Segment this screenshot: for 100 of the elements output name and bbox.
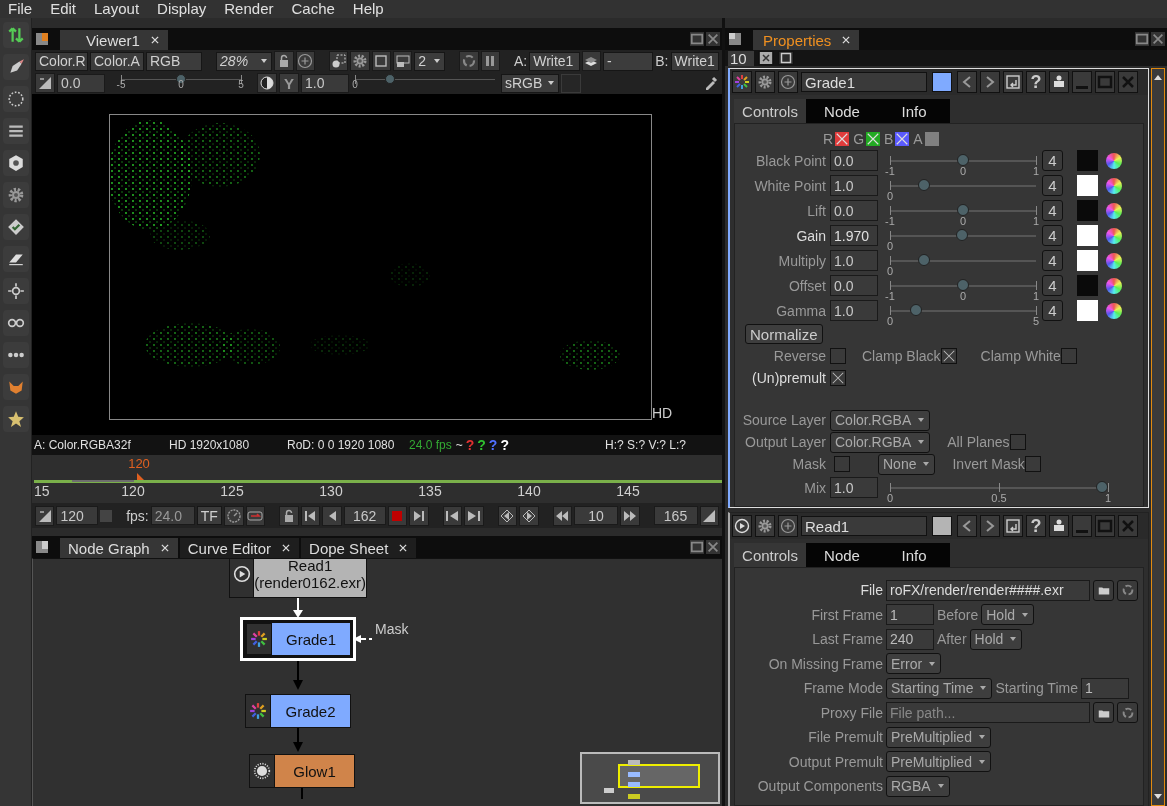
panel-tab[interactable]: Node [806, 543, 878, 567]
restore-button[interactable] [1003, 515, 1023, 537]
panel-tab[interactable]: Info [878, 99, 950, 123]
file-path-field[interactable]: File path... [886, 702, 1090, 724]
add-button[interactable] [778, 515, 798, 537]
play-backward-button[interactable] [322, 505, 342, 526]
channel-checkbox[interactable] [835, 132, 850, 146]
starting-time-field[interactable]: 1 [1080, 677, 1129, 699]
fox-tool-button[interactable] [2, 374, 29, 400]
minimize-panels-button[interactable] [778, 51, 794, 65]
checkbox[interactable] [1060, 348, 1077, 364]
parameter-field[interactable]: 1.0 [830, 300, 878, 321]
clock-button[interactable] [224, 505, 244, 526]
picker-icon[interactable] [703, 75, 719, 91]
first-frame-button[interactable] [300, 505, 321, 526]
panel-tab[interactable]: Controls [734, 99, 806, 123]
add-button[interactable] [295, 51, 315, 71]
normalize-button[interactable]: Normalize [745, 324, 823, 344]
fps-field[interactable]: 24.0 [150, 506, 195, 525]
choice-dropdown[interactable]: PreMultiplied [886, 726, 991, 748]
checkbox[interactable] [834, 456, 850, 472]
alpha-dropdown[interactable]: Color.A [90, 51, 144, 71]
color-swatch[interactable] [1077, 300, 1098, 321]
parameter-field[interactable]: 1.0 [830, 175, 878, 196]
properties-tab[interactable]: Properties [753, 30, 860, 50]
previous-button[interactable] [957, 71, 977, 93]
reload-button[interactable] [1117, 702, 1138, 724]
node-name-field[interactable]: Read1 [801, 516, 927, 536]
fast-forward-button[interactable] [620, 505, 640, 526]
glasses-tool-button[interactable] [2, 310, 29, 336]
reload-button[interactable] [1117, 579, 1138, 601]
parameter-field[interactable]: 0.0 [830, 150, 878, 171]
dimensions-button[interactable]: 4 [1042, 250, 1063, 271]
source-layer-dropdown[interactable]: Color.RGBA [830, 409, 931, 431]
file-path-field[interactable]: roFX/render/render####.exr [886, 579, 1090, 601]
color-swatch[interactable] [1077, 225, 1098, 246]
graph-tab[interactable]: Curve Editor [179, 538, 300, 558]
color-swatch[interactable] [1077, 175, 1098, 196]
dimensions-button[interactable]: 4 [1042, 200, 1063, 221]
center-node-button[interactable] [1049, 71, 1069, 93]
checkbox[interactable] [1009, 434, 1026, 450]
parameter-field[interactable]: 0.0 [830, 200, 878, 221]
close-icon[interactable] [281, 543, 292, 553]
menu-item[interactable]: Layout [94, 0, 140, 18]
color-swatch[interactable] [1077, 150, 1098, 171]
rewind-button[interactable] [552, 505, 572, 526]
increment-field[interactable]: 10 [574, 506, 618, 525]
star-tool-button[interactable] [2, 406, 29, 432]
color-picker-icon[interactable] [1106, 152, 1122, 169]
slider-thumb[interactable] [955, 229, 968, 241]
proxy-dropdown[interactable]: 2 [414, 51, 446, 71]
input-a-dropdown[interactable]: Write1 [529, 51, 580, 71]
browse-button[interactable] [1093, 702, 1114, 724]
slider-thumb[interactable] [917, 254, 930, 266]
slider-thumb[interactable] [385, 74, 395, 84]
slider-thumb[interactable] [910, 304, 923, 316]
choice-dropdown[interactable]: Starting Time [886, 677, 993, 699]
stripes-tool-button[interactable] [2, 118, 29, 144]
checkbox[interactable] [830, 348, 846, 364]
refresh-button[interactable] [459, 51, 479, 71]
next-frame-button[interactable] [464, 505, 484, 526]
mask-channel-dropdown[interactable]: None [878, 453, 936, 475]
settings-button[interactable] [755, 515, 775, 537]
arrows-tool-button[interactable] [2, 22, 29, 48]
dots-tool-button[interactable] [2, 342, 29, 368]
lock-button[interactable] [274, 51, 294, 71]
turbo-dropdown[interactable]: TF [196, 506, 223, 525]
panel-tab[interactable]: Node [806, 99, 878, 123]
end-frame-field[interactable]: 165 [653, 506, 698, 525]
graph-node[interactable]: Read1 (render0162.exr) [229, 559, 367, 598]
frame-field[interactable]: 240 [886, 628, 934, 650]
parameter-field[interactable]: 0.0 [830, 275, 878, 296]
close-icon[interactable] [149, 35, 160, 45]
previous-frame-button[interactable] [442, 505, 463, 526]
menu-item[interactable]: Display [157, 0, 207, 18]
graph-node[interactable]: Grade2 [245, 694, 351, 728]
gamma-field[interactable]: 1.0 [301, 73, 349, 93]
slider-thumb[interactable] [957, 154, 969, 166]
output-layer-dropdown[interactable]: Color.RGBA [830, 431, 931, 453]
node-icon-button[interactable] [732, 71, 752, 93]
slider-thumb[interactable] [957, 279, 969, 291]
choice-dropdown[interactable]: PreMultiplied [886, 751, 991, 773]
browse-button[interactable] [1093, 579, 1114, 601]
frame-field[interactable]: 1 [886, 604, 934, 626]
toggle-box[interactable] [100, 509, 113, 522]
last-frame-button[interactable] [409, 505, 429, 526]
pen-tool-button[interactable] [2, 54, 29, 80]
color-swatch[interactable] [1077, 275, 1098, 296]
choice-dropdown[interactable]: Error [886, 653, 942, 675]
color-picker-icon[interactable] [1106, 302, 1122, 319]
behavior-dropdown[interactable]: Hold [969, 628, 1023, 650]
help-button[interactable]: ? [1026, 71, 1046, 93]
dimensions-button[interactable]: 4 [1042, 175, 1063, 196]
menu-item[interactable]: Cache [291, 0, 335, 18]
checkbox[interactable] [1024, 456, 1041, 472]
choice-dropdown[interactable]: RGBA [886, 775, 950, 797]
slider-thumb[interactable] [957, 204, 969, 216]
settings-button[interactable] [755, 71, 775, 93]
max-panels-field[interactable]: 10 [728, 50, 754, 66]
next-button[interactable] [980, 71, 1000, 93]
